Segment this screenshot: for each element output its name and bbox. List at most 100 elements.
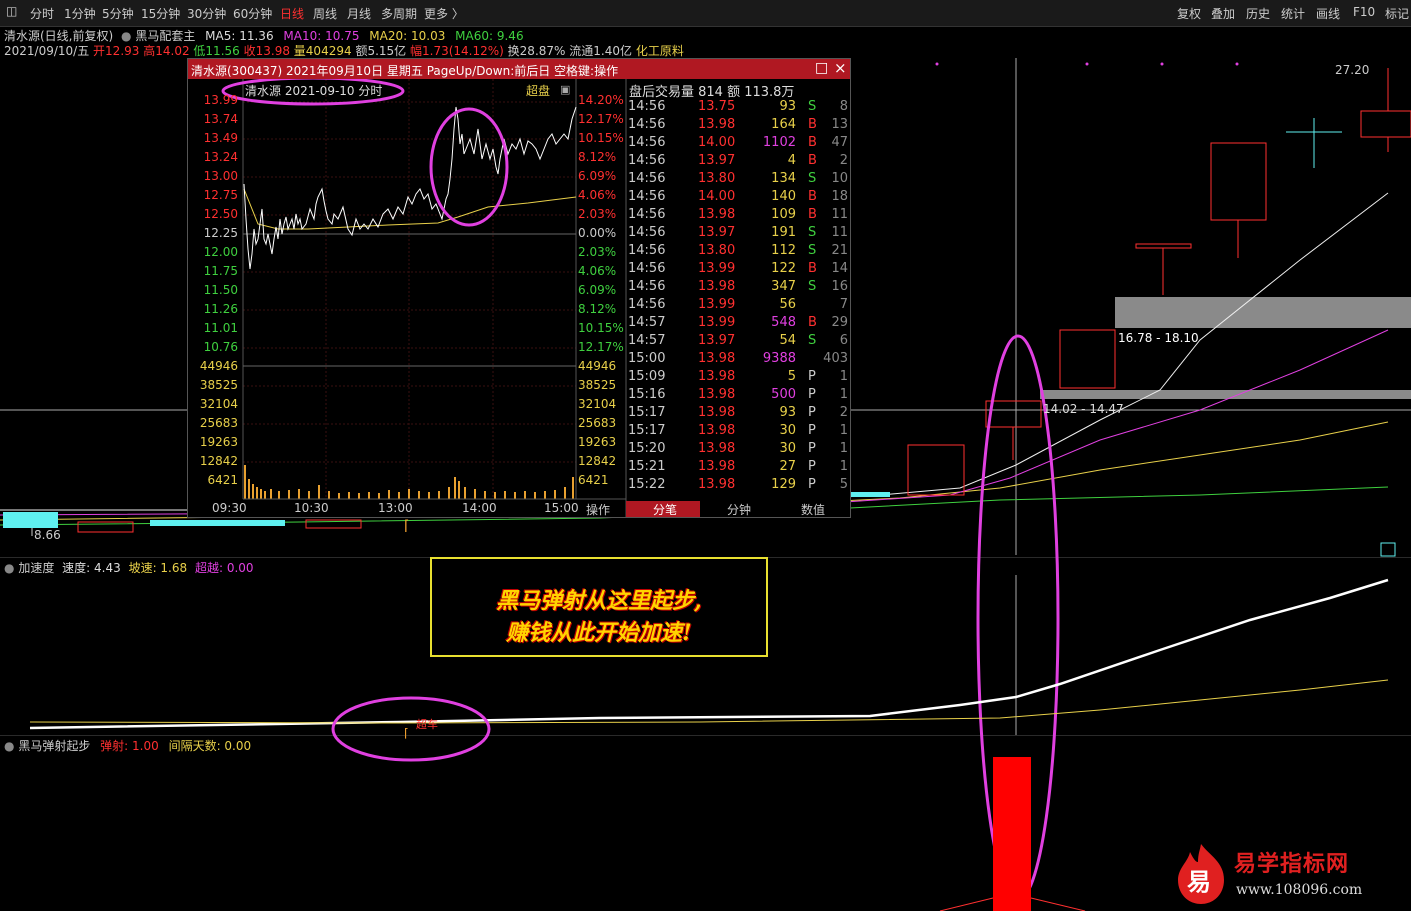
trade-count: 1 [839,369,848,384]
trade-direction: P [808,459,816,474]
trade-direction: B [808,189,817,204]
pct-tick-label: 4.06% [578,188,617,202]
price-tick-label: 12.25 [203,226,238,240]
trade-row[interactable]: 14:56 13.99 56 7 [628,297,850,315]
trade-count: 16 [831,279,848,294]
trade-row[interactable]: 15:16 13.98 500 P 1 [628,387,850,405]
trade-row[interactable]: 15:21 13.98 27 P 1 [628,459,850,477]
signal-marker-icon: ⌈ [404,726,409,740]
trade-count: 2 [839,153,848,168]
close-icon[interactable]: × [834,59,847,77]
price-tick-label: 11.75 [203,264,238,278]
trade-count: 5 [839,477,848,492]
trade-row[interactable]: 14:56 13.97 191 S 11 [628,225,850,243]
trade-count: 6 [839,333,848,348]
trade-count: 1 [839,423,848,438]
pct-tick-label: 0.00% [578,226,617,240]
avg-price-line [243,188,577,230]
volume-tick-label: 44946 [199,359,238,373]
volume-tick-label: 38525 [199,378,238,392]
trade-time: 14:56 [628,243,666,258]
trade-row[interactable]: 15:17 13.98 93 P 2 [628,405,850,423]
price-tick-label: 13.49 [203,131,238,145]
eject-signal-bar [993,757,1031,911]
tab-shuzhi[interactable]: 数值 [776,501,850,517]
maximize-icon[interactable]: □ [815,60,828,76]
indicator1-slope: 坡速: 1.68 [128,561,188,575]
price-tick-label: 12.50 [203,207,238,221]
tab-fenzhong[interactable]: 分钟 [702,501,776,517]
pct-tick-label: 14.20% [578,93,624,107]
trade-row[interactable]: 14:56 13.98 109 B 11 [628,207,850,225]
volume-tick-label: 12842 [578,454,617,468]
trade-count: 11 [831,207,848,222]
indicator1-over: 超越: 0.00 [194,561,254,575]
trade-time: 15:09 [628,369,666,384]
trade-row[interactable]: 14:56 13.80 112 S 21 [628,243,850,261]
trade-row[interactable]: 15:22 13.98 129 P 5 [628,477,850,495]
popup-titlebar[interactable]: 清水源(300437) 2021年09月10日 星期五 PageUp/Down:… [188,59,850,79]
trade-price: 13.98 [698,117,736,132]
trade-row[interactable]: 14:56 13.98 347 S 16 [628,279,850,297]
time-tick-label: 09:30 [212,501,247,515]
trade-direction: B [808,315,817,330]
watermark-logo: 易 易学指标网 www.108096.com [1170,840,1410,910]
trade-row[interactable]: 14:56 13.97 4 B 2 [628,153,850,171]
tab-fenbi[interactable]: 分笔 [628,501,702,517]
trade-row[interactable]: 14:56 14.00 1102 B 47 [628,135,850,153]
indicator1-name[interactable]: 加速度 [18,561,54,575]
price-tick-label: 11.26 [203,302,238,316]
kline-candle [1360,110,1411,138]
trade-direction: P [808,423,816,438]
trade-volume: 109 [771,207,796,222]
trade-row[interactable]: 15:20 13.98 30 P 1 [628,441,850,459]
trade-volume: 30 [779,423,796,438]
kline-candle [1210,142,1267,221]
chaopan-label[interactable]: 超盘 [526,82,550,99]
pct-tick-label: 6.09% [578,283,617,297]
trade-price: 13.98 [698,477,736,492]
trade-time: 15:20 [628,441,666,456]
trade-row[interactable]: 14:57 13.99 548 B 29 [628,315,850,333]
trade-count: 1 [839,441,848,456]
indicator2-settings-icon[interactable]: ● [4,739,14,753]
trade-direction: B [808,117,817,132]
trade-row[interactable]: 15:17 13.98 30 P 1 [628,423,850,441]
trade-price: 13.98 [698,207,736,222]
trade-row[interactable]: 14:56 13.99 122 B 14 [628,261,850,279]
volume-tick-label: 25683 [578,416,617,430]
trade-row[interactable]: 14:57 13.97 54 S 6 [628,333,850,351]
trade-price: 13.75 [698,99,736,114]
toggle-icon[interactable]: ▣ [560,83,570,96]
time-tick-label: 10:30 [294,501,329,515]
operate-button[interactable]: 操作 [586,501,610,518]
trade-time: 14:56 [628,171,666,186]
trade-direction: P [808,387,816,402]
time-axis: 09:30 10:30 13:00 14:00 15:00 [188,501,626,517]
trade-price: 13.97 [698,333,736,348]
indicator2-name[interactable]: 黑马弹射起步 [18,739,90,753]
trade-row[interactable]: 14:56 13.75 93 S 8 [628,99,850,117]
indicator2-header: ● 黑马弹射起步 弹射: 1.00 间隔天数: 0.00 [4,737,251,754]
trade-count: 8 [839,99,848,114]
trade-price: 13.97 [698,225,736,240]
indicator2-interval: 间隔天数: 0.00 [168,739,252,753]
pct-tick-label: 2.03% [578,245,617,259]
trade-row[interactable]: 14:56 13.80 134 S 10 [628,171,850,189]
trade-count: 403 [823,351,848,366]
trade-price: 13.99 [698,261,736,276]
pct-tick-label: 12.17% [578,340,624,354]
trade-row[interactable]: 14:56 14.00 140 B 18 [628,189,850,207]
trade-time: 14:56 [628,279,666,294]
pct-tick-label: 8.12% [578,150,617,164]
trade-volume: 140 [771,189,796,204]
trade-direction: S [808,333,817,348]
indicator1-settings-icon[interactable]: ● [4,561,14,575]
intraday-popup[interactable]: 清水源(300437) 2021年09月10日 星期五 PageUp/Down:… [187,58,851,518]
trade-count: 11 [831,225,848,240]
trade-volume: 164 [771,117,796,132]
trade-row[interactable]: 14:56 13.98 164 B 13 [628,117,850,135]
trade-list[interactable]: 14:56 13.75 93 S 8 14:56 13.98 164 B 13 14:56 14.00… [628,99,850,499]
trade-row[interactable]: 15:09 13.98 5 P 1 [628,369,850,387]
trade-row[interactable]: 15:00 13.98 9388 403 [628,351,850,369]
